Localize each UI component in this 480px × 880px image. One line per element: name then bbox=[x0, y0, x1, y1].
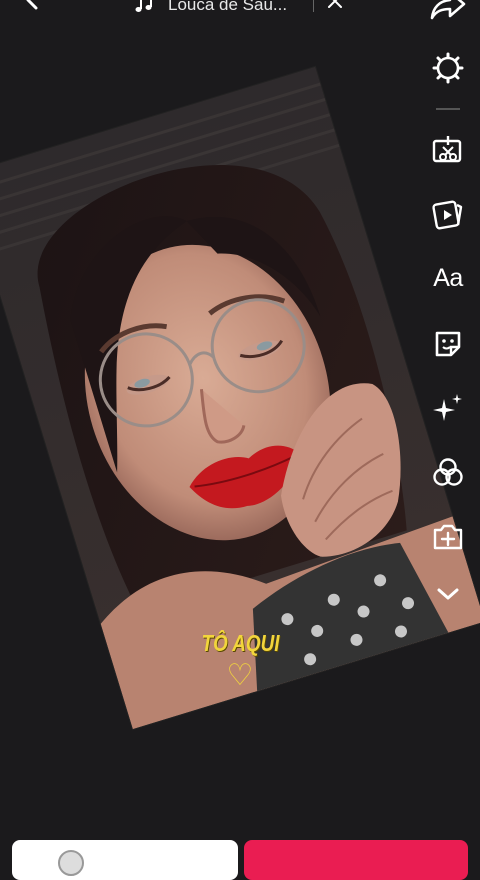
share-arrow-icon bbox=[430, 0, 466, 20]
camera-plus-icon bbox=[433, 524, 463, 550]
effects-button[interactable] bbox=[428, 388, 468, 428]
settings-button[interactable] bbox=[428, 48, 468, 88]
template-button[interactable] bbox=[428, 194, 468, 234]
sound-title: Louca de Sau... bbox=[168, 0, 288, 14]
next-button[interactable] bbox=[244, 840, 468, 880]
filters-button[interactable] bbox=[428, 452, 468, 492]
gear-icon bbox=[432, 52, 464, 84]
chevron-down-icon bbox=[437, 588, 459, 600]
scissors-icon bbox=[432, 136, 462, 163]
text-button[interactable]: Aa bbox=[428, 258, 468, 298]
text-caption[interactable]: TÔ AQUI ♡ bbox=[190, 630, 290, 693]
more-button[interactable] bbox=[428, 574, 468, 614]
toolbar-divider bbox=[436, 108, 460, 110]
your-story-button[interactable] bbox=[12, 840, 238, 880]
music-note-icon bbox=[135, 0, 152, 12]
share-button[interactable] bbox=[428, 0, 468, 22]
close-icon[interactable] bbox=[326, 0, 344, 10]
cut-button[interactable] bbox=[428, 130, 468, 170]
text-label: Aa bbox=[433, 263, 463, 292]
top-bar: Louca de Sau... bbox=[0, 0, 480, 24]
sound-selector[interactable]: Louca de Sau... bbox=[120, 0, 368, 14]
stickers-button[interactable] bbox=[428, 324, 468, 364]
filters-icon bbox=[433, 458, 463, 486]
video-template-icon bbox=[432, 200, 463, 230]
back-arrow-icon bbox=[26, 0, 38, 10]
back-button[interactable] bbox=[16, 0, 50, 20]
divider bbox=[313, 0, 314, 12]
sparkle-icon bbox=[433, 394, 462, 421]
heart-icon: ♡ bbox=[226, 659, 254, 692]
sticker-icon bbox=[435, 331, 461, 357]
caption-text: TÔ AQUI bbox=[201, 630, 279, 656]
add-clip-button[interactable] bbox=[428, 516, 468, 556]
